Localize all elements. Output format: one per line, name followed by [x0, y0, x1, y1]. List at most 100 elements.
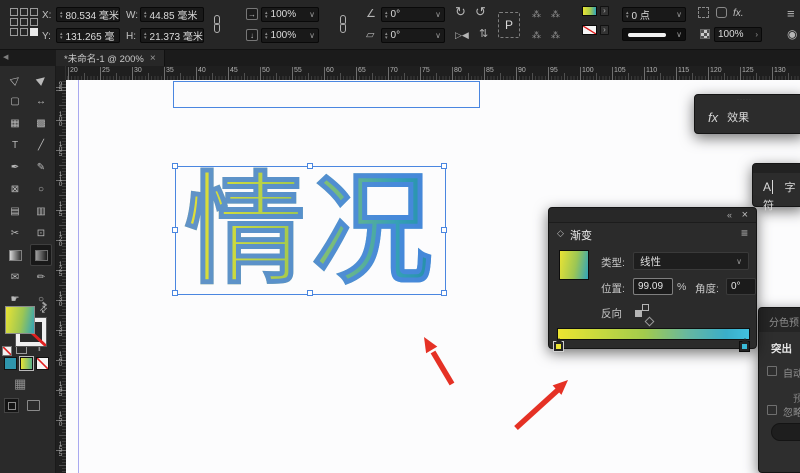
empty-text-frame[interactable]	[173, 81, 480, 108]
gradient-ramp[interactable]	[557, 328, 750, 340]
ruler-corner[interactable]	[56, 66, 66, 80]
proxy-cell[interactable]	[30, 18, 38, 26]
character-panel[interactable]: A 字符	[752, 163, 800, 212]
chevron-down-icon[interactable]: ∨	[674, 10, 682, 19]
apply-color-button[interactable]	[4, 357, 17, 370]
ignore-checkbox[interactable]	[767, 405, 777, 415]
frame-fitting-icon[interactable]	[698, 7, 709, 18]
panel-menu-icon[interactable]: ≡	[741, 226, 748, 240]
document-tab[interactable]: *未命名-1 @ 200% ×	[56, 50, 165, 66]
fill-proxy-swatch[interactable]	[5, 306, 35, 334]
gradient-swatch-tool-icon[interactable]	[4, 244, 26, 266]
stepper-icon[interactable]: ▴ ▾	[60, 10, 63, 19]
proxy-cell-selected[interactable]	[30, 28, 38, 36]
fill-menu-button[interactable]: ›	[600, 6, 609, 16]
normal-view-mode-button[interactable]	[4, 398, 19, 413]
proxy-cell[interactable]	[30, 8, 38, 16]
proxy-cell[interactable]	[20, 8, 28, 16]
refresh-button[interactable]	[771, 423, 800, 441]
rotation-field[interactable]: ▴ ▾ 0° ∨	[381, 7, 445, 22]
page-tool-icon[interactable]: ▢	[4, 90, 26, 112]
h-field[interactable]: ▴ ▾ 21.373 毫米	[140, 28, 204, 43]
stroke-color-swatch[interactable]	[582, 25, 597, 35]
horizontal-grid-tool-icon[interactable]: ▤	[4, 200, 26, 222]
ellipse-tool-icon[interactable]: ○	[30, 178, 52, 200]
flip-horizontal-button[interactable]: ▷◀	[455, 29, 469, 41]
proxy-cell[interactable]	[20, 28, 28, 36]
preview-mode-button[interactable]	[27, 400, 40, 411]
collapse-panel-icon[interactable]: «	[727, 210, 732, 220]
chevron-right-icon[interactable]: ›	[753, 30, 758, 39]
reverse-gradient-icon[interactable]	[635, 304, 649, 317]
stepper-icon[interactable]: ▴ ▾	[144, 31, 147, 40]
constrain-dimensions-link-icon[interactable]	[212, 15, 222, 34]
opacity-checker-icon[interactable]	[700, 29, 710, 39]
vertical-grid-tool-icon[interactable]: ▥	[30, 200, 52, 222]
apply-none-button[interactable]	[36, 357, 49, 370]
effects-panel[interactable]: ····· fx 效果	[694, 94, 800, 134]
scale-x-field[interactable]: ▴ ▾ 100% ∨	[261, 7, 319, 22]
type-tool-icon[interactable]: T	[4, 134, 26, 156]
flip-vertical-button[interactable]: ⇅	[479, 28, 488, 40]
gradient-stop-start[interactable]	[553, 338, 564, 352]
proxy-cell[interactable]	[20, 18, 28, 26]
line-tool-icon[interactable]: ╱	[30, 134, 52, 156]
pencil-tool-icon[interactable]: ✎	[30, 156, 52, 178]
gradient-feather-tool-icon[interactable]	[30, 244, 52, 266]
stepper-icon[interactable]: ▴ ▾	[385, 10, 388, 19]
margin-guide[interactable]	[78, 80, 79, 473]
selection-handle[interactable]	[172, 226, 178, 233]
stroke-style-dropdown[interactable]: ∨	[622, 28, 686, 41]
gradient-preview-swatch[interactable]	[559, 250, 589, 280]
w-field[interactable]: ▴ ▾ 44.85 毫米	[140, 7, 204, 22]
constrain-scale-link-icon[interactable]	[338, 15, 348, 34]
selection-handle[interactable]	[172, 290, 178, 296]
note-tool-icon[interactable]: ✉	[4, 266, 26, 288]
close-panel-icon[interactable]: ×	[742, 209, 748, 221]
stepper-icon[interactable]: ▴ ▾	[60, 31, 63, 40]
y-field[interactable]: ▴ ▾ 131.265 毫	[56, 28, 120, 43]
shear-field[interactable]: ▴ ▾ 0° ∨	[381, 28, 445, 43]
pen-tool-icon[interactable]: ✒	[4, 156, 26, 178]
selected-artwork-frame[interactable]: 情况	[172, 163, 447, 296]
align-distribute-icon[interactable]: ⁂	[532, 29, 541, 41]
vertical-ruler[interactable]: 95 100 105 110 115 120 125 130 135 140 145 150 155	[56, 80, 66, 473]
proxy-cell[interactable]	[10, 8, 18, 16]
close-tab-icon[interactable]: ×	[150, 53, 156, 64]
selection-handle[interactable]	[306, 290, 313, 296]
tab-scroll-icon[interactable]: ◀	[3, 53, 8, 61]
gap-tool-icon[interactable]: ↔	[30, 90, 52, 112]
chevron-down-icon[interactable]: ∨	[433, 31, 441, 40]
gradient-panel[interactable]: « × ◇ 渐变 ≡ 类型: 线性 ∨ 位置: 99.09 % 角度: 0° 反…	[548, 207, 757, 352]
stepper-icon[interactable]: ▴ ▾	[385, 31, 388, 40]
direct-selection-tool-icon[interactable]: ▷	[4, 68, 26, 90]
view-grid-icon[interactable]: ▦	[14, 376, 26, 392]
align-distribute-icon[interactable]: ⁂	[551, 8, 560, 20]
gradient-midpoint-icon[interactable]	[644, 316, 655, 327]
selection-handle[interactable]	[441, 163, 447, 169]
horizontal-ruler[interactable]: 20 25 30 35 40 45 50 55 60 65 70 75 80 85 90 95 100 105 11…	[66, 66, 800, 80]
separations-tab-title[interactable]: 分色预	[769, 314, 799, 329]
chevron-down-icon[interactable]: ∨	[433, 10, 441, 19]
chevron-down-icon[interactable]: ∨	[674, 30, 682, 39]
gradient-stop-end[interactable]	[739, 338, 750, 352]
content-collector-tool-icon[interactable]: ▦	[4, 112, 26, 134]
chevron-down-icon[interactable]: ∨	[734, 257, 742, 266]
gradient-artwork-text[interactable]: 情况	[178, 164, 445, 296]
effects-menu-button[interactable]: fx.	[733, 8, 744, 19]
stroke-menu-button[interactable]: ›	[600, 25, 609, 35]
x-field[interactable]: ▴ ▾ 80.534 毫米	[56, 7, 120, 22]
frame-tool-icon[interactable]: ⊠	[4, 178, 26, 200]
stepper-icon[interactable]: ▴ ▾	[626, 10, 629, 19]
reference-point-p-icon[interactable]: P	[498, 12, 520, 38]
angle-field[interactable]: 0°	[726, 278, 756, 295]
default-fill-stroke-icon[interactable]	[2, 346, 12, 356]
align-distribute-icon[interactable]: ⁂	[532, 8, 541, 20]
fill-color-swatch[interactable]	[582, 6, 597, 16]
stepper-icon[interactable]: ▴ ▾	[144, 10, 147, 19]
reference-point-proxy-icon[interactable]	[10, 8, 38, 36]
stroke-weight-field[interactable]: ▴ ▾ 0 点 ∨	[622, 7, 686, 22]
rotate-cw-button[interactable]: ↻	[455, 5, 466, 18]
proxy-cell[interactable]	[10, 18, 18, 26]
position-field[interactable]: 99.09	[633, 278, 673, 295]
